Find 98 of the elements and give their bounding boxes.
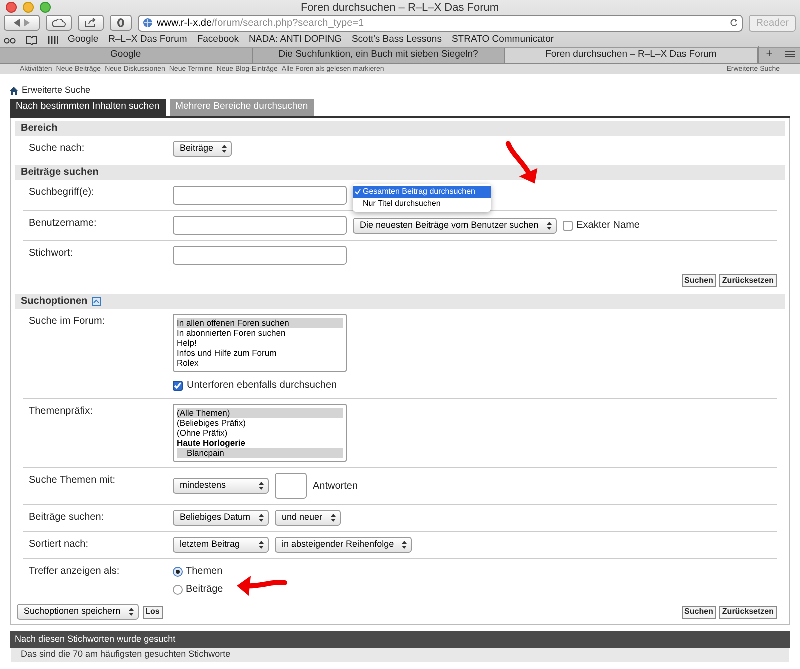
list-option[interactable]: Haute Horlogerie <box>177 438 343 448</box>
bookmark-link[interactable]: Google <box>68 32 99 48</box>
cloud-button[interactable] <box>46 15 72 31</box>
up-down-arrows-icon <box>259 541 264 549</box>
select-dropdown[interactable]: und neuer <box>275 510 341 526</box>
url-text: www.r-l-x.de/forum/search.php?search_type=1 <box>157 16 364 30</box>
field-label: Benutzername: <box>28 217 98 231</box>
select-dropdown[interactable]: mindestens <box>173 478 269 494</box>
window-title: Foren durchsuchen – R–L–X Das Forum <box>300 0 500 16</box>
list-icon <box>785 51 796 58</box>
browser-tab[interactable]: Foren durchsuchen – R–L–X Das Forum <box>505 48 758 63</box>
list-option[interactable]: (Alle Themen) <box>177 408 343 418</box>
bookmarks-icon <box>26 36 38 44</box>
form-button[interactable]: Los <box>142 606 163 618</box>
text-input[interactable] <box>173 186 347 204</box>
bookmark-link[interactable]: Facebook <box>197 32 240 48</box>
check-icon <box>355 189 361 195</box>
up-down-arrows-icon <box>259 514 264 522</box>
select-dropdown[interactable]: in absteigender Reihenfolge <box>275 537 412 553</box>
text-input[interactable] <box>173 246 347 265</box>
bookmark-link[interactable]: R–L–X Das Forum <box>108 32 188 48</box>
select-dropdown[interactable]: Beliebiges Datum <box>173 510 269 526</box>
form-button[interactable]: Zurücksetzen <box>719 274 777 287</box>
form-button[interactable]: Suchen <box>682 606 716 618</box>
field-label: Suche nach: <box>28 142 86 156</box>
list-box[interactable]: In allen offenen Foren suchen In abonnierten Foren suchen Help! Infos und Hilfe zum Forum Rolex <box>173 314 347 372</box>
address-bar[interactable]: www.r-l-x.de/forum/search.php?search_type=1 <box>138 14 744 32</box>
keywords-subheader: Das sind die 70 am häufigsten gesuchten Stichworte <box>11 648 789 662</box>
form-button[interactable]: Suchen <box>682 274 716 287</box>
list-option[interactable]: Rolex <box>177 358 343 368</box>
share-button[interactable] <box>78 15 104 31</box>
field-label: Suche Themen mit: <box>28 474 117 488</box>
form-button[interactable]: Zurücksetzen <box>719 606 777 618</box>
list-option[interactable]: Blancpain <box>177 448 343 458</box>
up-down-arrows-icon <box>259 482 264 490</box>
breadcrumb[interactable]: Erweiterte Suche <box>22 84 91 98</box>
reading-list-icon <box>4 36 16 44</box>
field-label: Beiträge suchen: <box>28 511 106 525</box>
radio-label: Beiträge <box>186 583 224 597</box>
close-icon[interactable] <box>6 2 17 13</box>
field-label: Treffer anzeigen als: <box>28 565 121 579</box>
list-box[interactable]: (Alle Themen) (Beliebiges Präfix) (Ohne Präfix) Haute Horlogerie Blancpain <box>173 404 347 462</box>
list-option[interactable]: (Ohne Präfix) <box>177 428 343 438</box>
browser-tab[interactable]: Google <box>0 48 253 63</box>
text-input[interactable] <box>275 473 307 499</box>
field-label: Sortiert nach: <box>28 538 90 552</box>
reload-icon <box>730 19 738 27</box>
list-option[interactable]: Help! <box>177 338 343 348</box>
checkbox[interactable] <box>173 380 183 390</box>
list-option[interactable]: (Beliebiges Präfix) <box>177 418 343 428</box>
checkbox[interactable] <box>562 220 573 230</box>
up-down-arrows-icon <box>330 514 336 522</box>
select-dropdown[interactable]: Beiträge <box>173 141 232 157</box>
select-dropdown[interactable]: Suchoptionen speichern <box>17 604 139 620</box>
radio-button[interactable] <box>173 566 183 576</box>
collapse-icon[interactable] <box>92 297 101 306</box>
search-tab[interactable]: Nach bestimmten Inhalten suchen <box>10 99 166 116</box>
radio-label: Themen <box>186 565 223 579</box>
field-label: Themenpräfix: <box>28 405 94 419</box>
field-label: Suchbegriff(e): <box>28 186 96 200</box>
field-label: Stichwort: <box>28 247 74 261</box>
maximize-icon[interactable] <box>40 2 51 13</box>
field-label: Antworten <box>313 480 358 494</box>
menu-option[interactable]: Nur Titel durchsuchen <box>353 198 491 210</box>
new-tab-button[interactable]: + <box>758 46 780 63</box>
grid-icon <box>48 36 58 44</box>
check-icon <box>174 382 182 390</box>
checkbox-label: Exakter Name <box>576 219 640 233</box>
list-option[interactable]: Infos und Hilfe zum Forum <box>177 348 343 358</box>
cloud-icon <box>52 18 66 28</box>
list-option[interactable]: In abonnierten Foren suchen <box>177 328 343 338</box>
home-icon[interactable] <box>10 87 18 95</box>
text-input[interactable] <box>173 216 347 235</box>
share-icon <box>85 18 97 28</box>
browser-tab[interactable]: Die Suchfunktion, ein Buch mit sieben Siegeln? <box>252 48 506 63</box>
select-dropdown[interactable]: Die neuesten Beiträge vom Benutzer suchen <box>353 218 557 234</box>
section-title: Bereich <box>21 122 58 136</box>
bookmark-link[interactable]: Scott's Bass Lessons <box>352 32 442 48</box>
list-option[interactable]: In allen offenen Foren suchen <box>177 318 343 328</box>
menu-option[interactable]: Gesamten Beitrag durchsuchen <box>353 186 491 198</box>
extension-button[interactable] <box>110 15 132 31</box>
bookmark-link[interactable]: NADA: ANTI DOPING <box>249 32 342 48</box>
up-down-arrows-icon <box>222 145 227 153</box>
section-title: Suchoptionen <box>21 295 88 309</box>
field-label: Suche im Forum: <box>28 315 106 329</box>
section-title: Beiträge suchen <box>21 166 99 180</box>
select-dropdown[interactable]: letztem Beitrag <box>173 537 269 553</box>
back-forward-buttons[interactable] <box>4 15 40 31</box>
keywords-header: Nach diesen Stichworten wurde gesucht <box>10 631 790 648</box>
up-down-arrows-icon <box>128 608 134 616</box>
forward-icon <box>24 19 30 27</box>
globe-icon <box>143 18 153 28</box>
radio-button[interactable] <box>173 584 183 594</box>
up-down-arrows-icon <box>546 222 552 230</box>
up-down-arrows-icon <box>402 541 408 549</box>
back-icon <box>14 19 20 27</box>
checkbox-label: Unterforen ebenfalls durchsuchen <box>187 379 338 393</box>
bookmark-link[interactable]: STRATO Communicator <box>452 32 554 48</box>
